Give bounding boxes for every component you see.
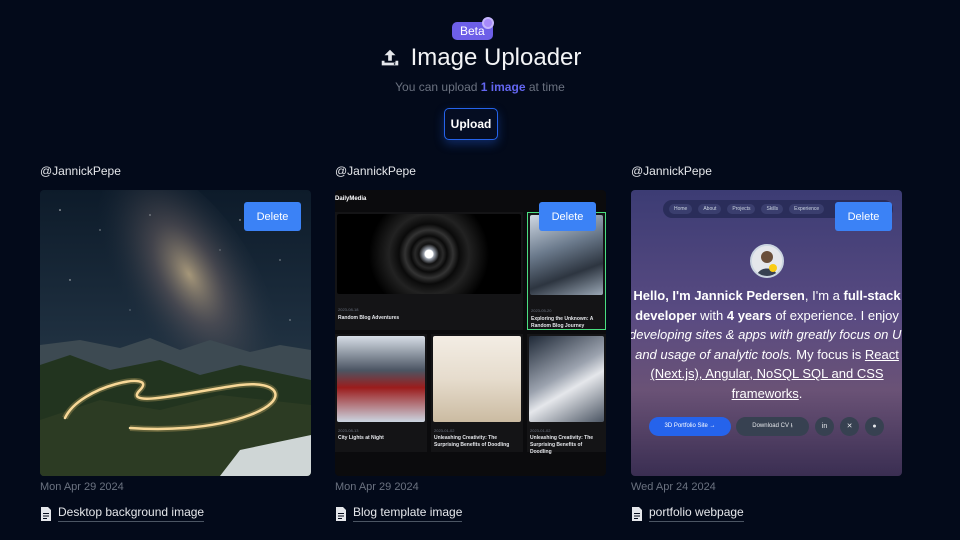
portfolio-site-button: 3D Portfolio Site → bbox=[649, 417, 731, 436]
intro-text: My focus is bbox=[796, 346, 862, 362]
notification-dot bbox=[482, 17, 494, 29]
avatar bbox=[750, 244, 784, 278]
blog-tile: 2023-08-18 Random Blog Adventures bbox=[335, 212, 523, 330]
nav-item: Skills bbox=[761, 204, 784, 214]
file-link[interactable]: Blog template image bbox=[335, 505, 463, 522]
file-link[interactable]: portfolio webpage bbox=[631, 505, 744, 522]
blog-title: City Lights at Night bbox=[338, 435, 384, 441]
blog-tile: 2023-01-02 Unleashing Creativity: The Su… bbox=[431, 334, 523, 452]
image-card: @JannickPepe Home About Projects Skills … bbox=[631, 164, 902, 522]
subtitle-text: You can upload bbox=[395, 80, 478, 94]
intro-text: . bbox=[798, 385, 803, 401]
delete-button[interactable]: Delete bbox=[244, 202, 301, 231]
username: @JannickPepe bbox=[40, 164, 121, 178]
image-thumbnail: Home About Projects Skills Experience He… bbox=[631, 190, 902, 476]
intro-italic: developing sites & apps with greatly foc… bbox=[631, 327, 902, 362]
blog-date: 2023-05-20 bbox=[531, 308, 552, 313]
upload-date: Mon Apr 29 2024 bbox=[335, 481, 419, 493]
username: @JannickPepe bbox=[631, 164, 712, 178]
download-cv-button: Download CV ⭳ bbox=[736, 417, 809, 436]
intro-years: 4 years bbox=[726, 307, 772, 323]
nav-item: About bbox=[698, 204, 722, 214]
portfolio-intro: Hello, I'm Jannick Pedersen, I'm a full-… bbox=[631, 286, 902, 403]
upload-date: Mon Apr 29 2024 bbox=[40, 481, 124, 493]
upload-date: Wed Apr 24 2024 bbox=[631, 481, 716, 493]
blog-title: Unleashing Creativity: The Surprising Be… bbox=[434, 435, 510, 448]
file-name[interactable]: Blog template image bbox=[353, 505, 463, 522]
blog-title: Random Blog Adventures bbox=[338, 315, 400, 321]
subtitle-highlight: 1 image bbox=[480, 80, 526, 94]
blog-template-preview: DailyMedia 2023-08-18 Random Blog Advent… bbox=[335, 190, 606, 476]
file-name[interactable]: Desktop background image bbox=[58, 505, 205, 522]
blog-tile: 2023-01-02 Unleashing Creativity: The Su… bbox=[527, 334, 606, 455]
upload-icon bbox=[381, 49, 398, 66]
portfolio-preview: Home About Projects Skills Experience He… bbox=[631, 190, 902, 476]
document-icon bbox=[336, 506, 346, 521]
intro-text: Hello, I'm bbox=[633, 288, 691, 303]
intro-text: with bbox=[700, 307, 724, 323]
milky-way-photo bbox=[40, 190, 311, 476]
delete-button[interactable]: Delete bbox=[835, 202, 892, 231]
avatar-image bbox=[752, 246, 782, 276]
file-name[interactable]: portfolio webpage bbox=[649, 505, 744, 522]
intro-text: I enjoy bbox=[860, 307, 899, 323]
page-title: Image Uploader bbox=[410, 44, 582, 71]
linkedin-icon: in bbox=[815, 417, 834, 436]
blog-tile: 2023-08-13 City Lights at Night bbox=[335, 334, 427, 452]
github-icon: ● bbox=[865, 417, 884, 436]
blog-date: 2023-01-02 bbox=[434, 428, 455, 433]
title-row: Image Uploader bbox=[0, 44, 960, 72]
upload-button[interactable]: Upload bbox=[444, 108, 498, 140]
page-subtitle: You can upload 1 image at time bbox=[0, 80, 960, 94]
nav-item: Projects bbox=[727, 204, 756, 214]
image-thumbnail: DailyMedia 2023-08-18 Random Blog Advent… bbox=[335, 190, 606, 476]
x-icon: ✕ bbox=[840, 417, 859, 436]
blog-image bbox=[337, 214, 521, 294]
blog-date: 2023-01-02 bbox=[530, 428, 551, 433]
blog-logo: DailyMedia bbox=[335, 196, 367, 202]
username: @JannickPepe bbox=[335, 164, 416, 178]
image-thumbnail: Delete bbox=[40, 190, 311, 476]
blog-title: Exploring the Unknown: A Random Blog Jou… bbox=[531, 316, 594, 329]
document-icon bbox=[41, 506, 51, 521]
intro-text: , I'm a bbox=[804, 288, 840, 303]
blog-image bbox=[529, 336, 604, 422]
intro-name: Jannick Pedersen bbox=[694, 288, 805, 303]
subtitle-text-end: at time bbox=[528, 80, 565, 94]
blog-image bbox=[433, 336, 521, 422]
nav-item: Experience bbox=[789, 204, 825, 214]
intro-text: of experience. bbox=[775, 307, 857, 323]
image-card: @JannickPepe DailyMedia 2023-08-18 Rando… bbox=[335, 164, 606, 522]
image-card: @JannickPepe Delete Mon Apr 29 2024 Desk… bbox=[40, 164, 311, 522]
blog-date: 2023-08-13 bbox=[338, 428, 359, 433]
document-icon bbox=[632, 506, 642, 521]
blog-image bbox=[337, 336, 425, 422]
file-link[interactable]: Desktop background image bbox=[40, 505, 205, 522]
delete-button[interactable]: Delete bbox=[539, 202, 596, 231]
blog-date: 2023-08-18 bbox=[338, 307, 359, 312]
blog-title: Unleashing Creativity: The Surprising Be… bbox=[530, 435, 594, 455]
nav-item: Home bbox=[669, 204, 693, 214]
